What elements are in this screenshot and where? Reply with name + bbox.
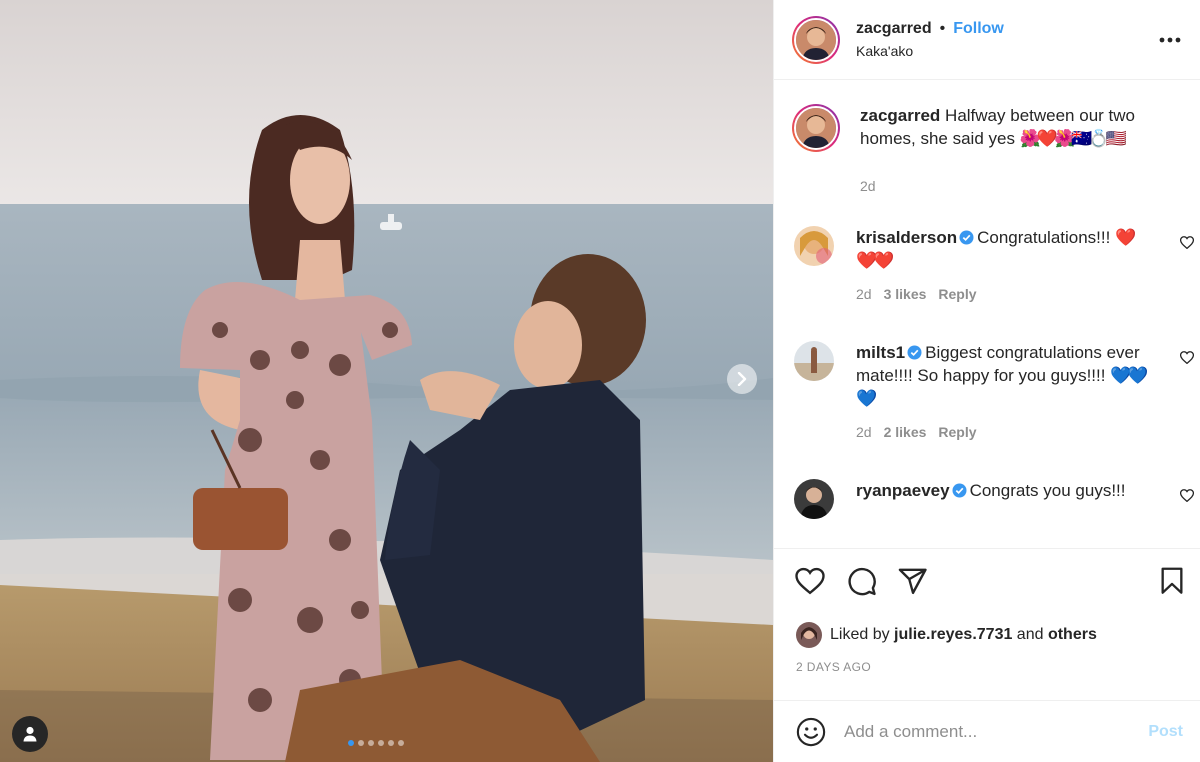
caption-avatar[interactable] <box>792 104 840 152</box>
verified-badge-icon <box>907 345 922 360</box>
commenter-avatar[interactable] <box>794 479 834 519</box>
comment-item: milts1 Biggest congratulations ever mate!… <box>794 341 1194 440</box>
post-header: zacgarred • Follow Kaka'ako <box>774 0 1200 80</box>
separator-dot: • <box>939 20 946 37</box>
reply-button[interactable]: Reply <box>938 424 976 440</box>
avatar-photo <box>794 226 834 266</box>
comment-item: krisalderson Congratulations!!! ❤️❤️❤️ 2d… <box>794 226 1194 302</box>
caption-text: zacgarred Halfway between our two homes,… <box>860 104 1180 152</box>
post-actions-bar <box>774 548 1200 618</box>
verified-badge-icon <box>952 483 967 498</box>
heart-icon[interactable] <box>795 567 825 595</box>
tagged-users-button[interactable] <box>12 716 48 752</box>
comment-likes[interactable]: 2 likes <box>884 424 927 440</box>
commenter-avatar[interactable] <box>794 341 834 381</box>
comment-text: Congratulations!!! <box>977 228 1116 247</box>
carousel-indicator <box>348 740 404 746</box>
like-comment-heart-icon[interactable] <box>1180 236 1194 249</box>
avatar-photo <box>796 108 836 148</box>
commenter-username[interactable]: krisalderson <box>856 228 957 247</box>
verified-badge-icon <box>959 230 974 245</box>
reply-button[interactable]: Reply <box>938 286 976 302</box>
post-location[interactable]: Kaka'ako <box>856 43 1004 59</box>
post-photo <box>0 0 773 762</box>
comment-input[interactable] <box>844 721 1134 742</box>
comment-icon[interactable] <box>847 567 877 597</box>
caption-username[interactable]: zacgarred <box>860 106 940 125</box>
author-avatar[interactable] <box>792 15 840 64</box>
carousel-dot <box>368 740 374 746</box>
post-media[interactable] <box>0 0 773 762</box>
liked-by-middle: and <box>1012 626 1048 643</box>
instagram-post: zacgarred • Follow Kaka'ako zacgarred Ha… <box>0 0 1200 762</box>
more-horizontal-icon <box>1159 37 1181 43</box>
add-comment-form: Post <box>774 700 1200 762</box>
follow-button[interactable]: Follow <box>953 20 1004 38</box>
commenter-username[interactable]: milts1 <box>856 343 905 362</box>
liked-by-others[interactable]: others <box>1048 626 1097 643</box>
bookmark-icon[interactable] <box>1160 567 1184 595</box>
chevron-right-icon <box>737 372 747 386</box>
carousel-dot <box>378 740 384 746</box>
avatar-photo <box>796 19 836 60</box>
liked-by-text: Liked by julie.reyes.7731 and others <box>830 626 1097 644</box>
share-icon[interactable] <box>898 567 928 595</box>
liked-by-prefix: Liked by <box>830 626 895 643</box>
more-options-button[interactable] <box>1159 26 1181 49</box>
like-comment-heart-icon[interactable] <box>1180 489 1194 502</box>
caption-emoji: 🌺❤️🌺🇦🇺💍🇺🇸 <box>1019 129 1127 148</box>
comment-time[interactable]: 2d <box>856 424 872 440</box>
caption-time[interactable]: 2d <box>860 178 876 194</box>
post-details-panel: zacgarred • Follow Kaka'ako zacgarred Ha… <box>773 0 1200 762</box>
avatar-photo <box>794 479 834 519</box>
comment-time[interactable]: 2d <box>856 286 872 302</box>
liker-avatar[interactable] <box>796 622 822 648</box>
carousel-dot <box>398 740 404 746</box>
commenter-avatar[interactable] <box>794 226 834 266</box>
comment-likes[interactable]: 3 likes <box>884 286 927 302</box>
post-timestamp[interactable]: 2 DAYS AGO <box>796 660 871 674</box>
carousel-dot <box>358 740 364 746</box>
comment-item: ryanpaevey Congrats you guys!!! <box>794 479 1194 519</box>
user-icon <box>23 726 37 742</box>
author-username[interactable]: zacgarred <box>856 20 932 38</box>
comment-text: Congrats you guys!!! <box>969 481 1126 500</box>
avatar-photo <box>794 341 834 381</box>
commenter-username[interactable]: ryanpaevey <box>856 481 950 500</box>
like-comment-heart-icon[interactable] <box>1180 351 1194 364</box>
post-caption: zacgarred Halfway between our two homes,… <box>792 104 1182 194</box>
carousel-next-button[interactable] <box>727 364 757 394</box>
carousel-dot <box>388 740 394 746</box>
emoji-icon[interactable] <box>796 717 826 747</box>
carousel-dot <box>348 740 354 746</box>
liked-by-username[interactable]: julie.reyes.7731 <box>894 626 1012 643</box>
post-comment-button[interactable]: Post <box>1148 723 1183 741</box>
avatar-photo <box>796 622 822 648</box>
liked-by: Liked by julie.reyes.7731 and others <box>796 622 1097 648</box>
